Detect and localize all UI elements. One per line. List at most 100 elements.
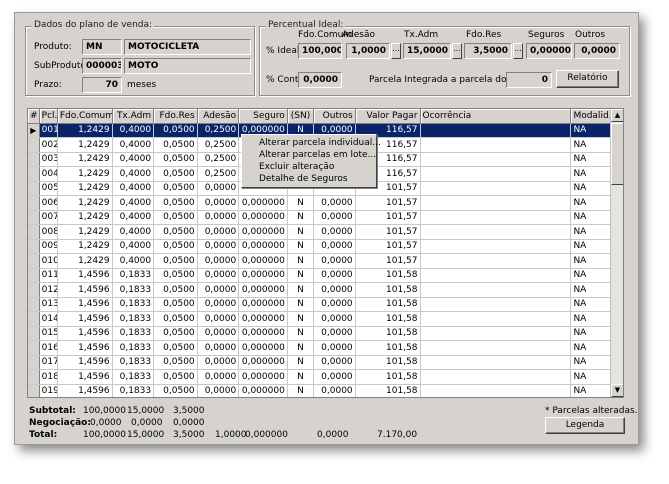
row-indicator[interactable] (28, 311, 40, 327)
table-cell[interactable]: 101,58 (355, 297, 421, 312)
col-header[interactable]: Adesão (197, 109, 240, 124)
table-cell[interactable] (420, 311, 572, 327)
table-cell[interactable]: N (287, 355, 315, 370)
table-cell[interactable]: 016 (39, 340, 58, 356)
table-cell[interactable]: 0,0500 (153, 369, 198, 385)
table-cell[interactable]: 0,2500 (197, 152, 240, 167)
table-cell[interactable]: 101,57 (355, 224, 421, 240)
table-cell[interactable]: NA (570, 268, 611, 283)
col-header[interactable]: Outros (313, 109, 356, 124)
table-cell[interactable] (420, 297, 572, 312)
table-cell[interactable]: N (287, 282, 315, 298)
table-cell[interactable]: 0,0000 (313, 282, 356, 298)
ideal-fdo-comum-field[interactable]: 100,0000 (298, 43, 342, 59)
table-row[interactable]: 006 1,2429 0,4000 0,0500 0,0000 0,000000 N 0,00… (28, 195, 611, 211)
col-header[interactable]: Fdo.Comum (57, 109, 113, 124)
ideal-tx-adm-field[interactable]: 15,0000 (403, 43, 451, 59)
table-cell[interactable]: 0,1833 (112, 384, 155, 397)
table-cell[interactable]: 101,58 (355, 369, 421, 385)
table-row[interactable]: 014 1,4596 0,1833 0,0500 0,0000 0,000000 N 0,00… (28, 311, 611, 327)
table-cell[interactable]: 0,000000 (238, 282, 288, 298)
table-cell[interactable]: 0,0000 (197, 311, 240, 327)
table-cell[interactable]: 101,58 (355, 384, 421, 397)
table-cell[interactable] (420, 282, 572, 298)
table-cell[interactable] (420, 253, 572, 269)
col-header[interactable]: Ocorrência (420, 109, 572, 124)
table-cell[interactable]: 0,0000 (197, 340, 240, 356)
table-row[interactable]: 010 1,2429 0,4000 0,0500 0,0000 0,000000 N 0,00… (28, 253, 611, 269)
menu-item-alterar-parcelas-lote[interactable]: Alterar parcelas em lote... (242, 149, 376, 161)
table-cell[interactable]: N (287, 311, 315, 327)
table-cell[interactable]: 0,000000 (238, 355, 288, 370)
row-indicator[interactable] (28, 297, 40, 312)
table-cell[interactable]: N (287, 326, 315, 341)
table-cell[interactable]: 0,0000 (197, 253, 240, 269)
table-cell[interactable]: NA (570, 282, 611, 298)
table-cell[interactable]: 1,2429 (57, 181, 113, 196)
relatorio-button[interactable]: Relatório (556, 70, 619, 88)
table-cell[interactable]: 0,0000 (313, 369, 356, 385)
produto-code-field[interactable]: MN (82, 39, 122, 55)
table-cell[interactable]: 101,57 (355, 210, 421, 225)
table-row[interactable]: 008 1,2429 0,4000 0,0500 0,0000 0,000000 N 0,00… (28, 224, 611, 240)
table-cell[interactable]: 1,4596 (57, 268, 113, 283)
table-cell[interactable]: 0,0000 (197, 384, 240, 397)
ideal-adesao-dots-button[interactable]: ... (391, 43, 401, 59)
table-cell[interactable]: 0,4000 (112, 181, 155, 196)
col-header[interactable]: # (28, 109, 40, 124)
table-cell[interactable]: 0,0000 (197, 326, 240, 341)
table-cell[interactable]: 0,4000 (112, 253, 155, 269)
table-cell[interactable]: 0,0000 (197, 210, 240, 225)
table-cell[interactable]: 019 (39, 384, 58, 397)
table-cell[interactable]: 0,0500 (153, 137, 198, 153)
table-row[interactable]: 018 1,4596 0,1833 0,0500 0,0000 0,000000 N 0,00… (28, 369, 611, 385)
table-cell[interactable]: NA (570, 152, 611, 167)
table-cell[interactable]: 0,4000 (112, 137, 155, 153)
table-cell[interactable]: 018 (39, 369, 58, 385)
col-header[interactable]: Tx.Adm (112, 109, 155, 124)
table-cell[interactable]: 1,4596 (57, 326, 113, 341)
table-cell[interactable]: 1,2429 (57, 253, 113, 269)
table-cell[interactable]: 0,000000 (238, 369, 288, 385)
table-cell[interactable]: 0,0000 (313, 355, 356, 370)
scroll-up-arrow-icon[interactable]: ▲ (611, 109, 623, 122)
table-cell[interactable]: 013 (39, 297, 58, 312)
table-cell[interactable]: 1,2429 (57, 239, 113, 254)
table-cell[interactable]: 0,4000 (112, 239, 155, 254)
parcela-integrada-field[interactable]: 0 (506, 72, 552, 88)
table-cell[interactable]: 0,1833 (112, 369, 155, 385)
table-cell[interactable]: 0,0500 (153, 340, 198, 356)
table-row[interactable]: 009 1,2429 0,4000 0,0500 0,0000 0,000000 N 0,00… (28, 239, 611, 254)
table-cell[interactable]: 0,0500 (153, 311, 198, 327)
table-cell[interactable]: 0,4000 (112, 195, 155, 211)
table-cell[interactable]: 1,2429 (57, 224, 113, 240)
table-cell[interactable]: 003 (39, 152, 58, 167)
table-cell[interactable]: 015 (39, 326, 58, 341)
table-cell[interactable]: 0,0500 (153, 224, 198, 240)
table-cell[interactable]: 0,0000 (197, 239, 240, 254)
row-indicator[interactable] (28, 239, 40, 254)
table-cell[interactable]: 011 (39, 268, 58, 283)
table-cell[interactable]: N (287, 224, 315, 240)
table-cell[interactable]: 0,4000 (112, 152, 155, 167)
table-cell[interactable]: 014 (39, 311, 58, 327)
row-indicator[interactable] (28, 282, 40, 298)
table-cell[interactable]: NA (570, 195, 611, 211)
table-cell[interactable]: 1,4596 (57, 369, 113, 385)
scroll-thumb[interactable] (611, 123, 623, 185)
row-indicator[interactable] (28, 166, 40, 182)
table-cell[interactable]: NA (570, 326, 611, 341)
table-cell[interactable]: 0,0500 (153, 210, 198, 225)
table-cell[interactable]: NA (570, 311, 611, 327)
table-cell[interactable]: N (287, 239, 315, 254)
table-cell[interactable]: 0,1833 (112, 282, 155, 298)
table-cell[interactable]: NA (570, 224, 611, 240)
table-cell[interactable]: 0,1833 (112, 326, 155, 341)
table-cell[interactable] (420, 239, 572, 254)
table-cell[interactable]: NA (570, 123, 611, 138)
table-cell[interactable] (420, 340, 572, 356)
table-cell[interactable]: NA (570, 181, 611, 196)
row-indicator[interactable] (28, 340, 40, 356)
table-cell[interactable]: 002 (39, 137, 58, 153)
produto-name-field[interactable]: MOTOCICLETA (124, 39, 251, 55)
